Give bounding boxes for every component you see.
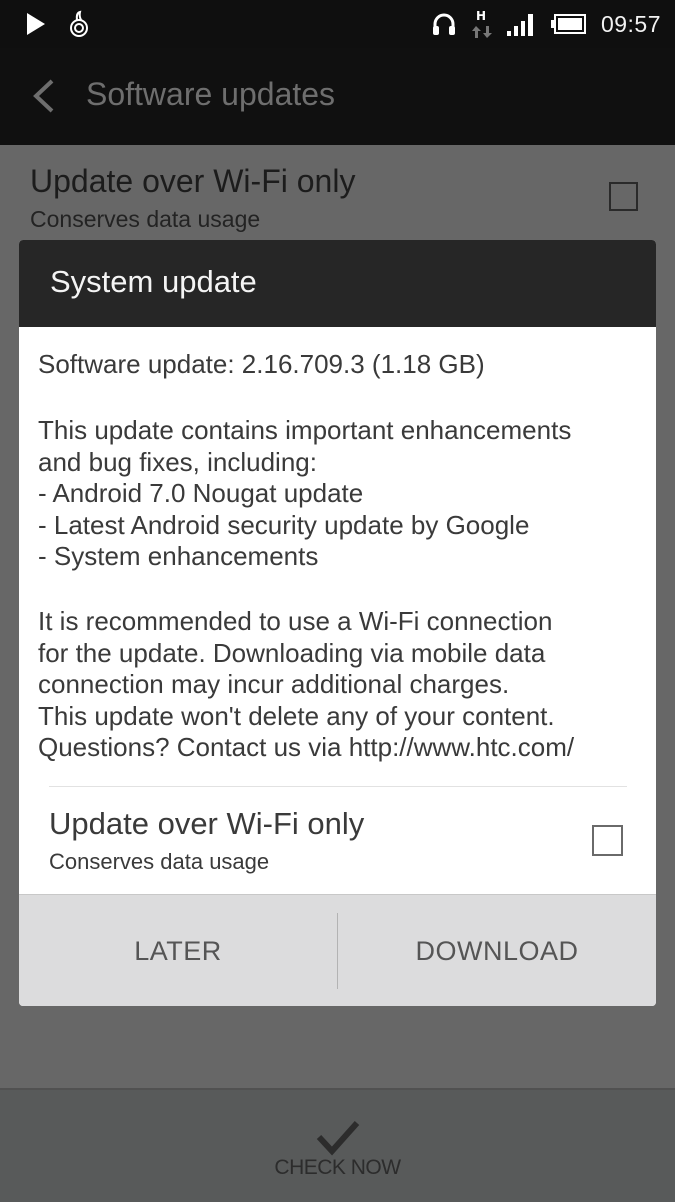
svg-text:H: H: [476, 9, 486, 23]
play-icon: [27, 13, 45, 35]
update-description: This update contains important enhanceme…: [38, 415, 571, 573]
page-title: Software updates: [86, 76, 336, 112]
status-bar: H 09:57: [0, 0, 675, 48]
dialog-title: System update: [50, 264, 257, 299]
headphones-icon: [432, 13, 455, 35]
description-line: - Latest Android security update by Goog…: [38, 509, 530, 540]
check-now-button[interactable]: CHECK NOW: [0, 1156, 675, 1180]
download-button[interactable]: DOWNLOAD: [338, 895, 656, 1006]
app-bar: Software updates: [0, 48, 675, 145]
htc-notification-icon: [70, 10, 88, 37]
wifi-only-checkbox[interactable]: [592, 825, 623, 856]
description-line: - System enhancements: [38, 541, 319, 571]
notice-line: Questions? Contact us via http://www.htc…: [38, 732, 575, 762]
wifi-only-subtitle: Conserves data usage: [49, 849, 270, 874]
system-update-dialog: System update Software update: 2.16.709.…: [19, 240, 656, 1006]
background-wifi-checkbox[interactable]: [609, 182, 638, 211]
notice-line: It is recommended to use a Wi-Fi connect…: [38, 606, 553, 636]
clock: 09:57: [600, 10, 661, 37]
dialog-header: System update: [19, 240, 656, 327]
notice-line: connection may incur additional charges.: [38, 669, 510, 699]
divider: [49, 786, 627, 787]
background-wifi-preference[interactable]: Update over Wi-Fi only Conserves data us…: [0, 145, 675, 240]
checkmark-icon: [316, 1121, 360, 1156]
update-notice: It is recommended to use a Wi-Fi connect…: [38, 606, 574, 764]
wifi-only-title[interactable]: Update over Wi-Fi only: [49, 806, 364, 842]
check-now-bar[interactable]: CHECK NOW: [0, 1088, 675, 1202]
notice-line: for the update. Downloading via mobile d…: [38, 637, 546, 668]
chevron-left-icon[interactable]: [28, 78, 58, 114]
description-line: - Android 7.0 Nougat update: [38, 478, 364, 508]
signal-icon: [506, 14, 533, 36]
battery-icon: [550, 14, 586, 34]
hspa-data-icon: H: [471, 9, 492, 38]
notice-line: This update won't delete any of your con…: [38, 700, 555, 731]
description-line: and bug fixes, including:: [38, 446, 317, 477]
dialog-actions: LATER DOWNLOAD: [19, 894, 656, 1006]
preference-title: Update over Wi-Fi only: [30, 163, 356, 199]
later-button[interactable]: LATER: [19, 895, 337, 1006]
preference-subtitle: Conserves data usage: [30, 206, 261, 232]
description-line: This update contains important enhanceme…: [38, 415, 572, 445]
version-line: Software update: 2.16.709.3 (1.18 GB): [38, 349, 485, 379]
